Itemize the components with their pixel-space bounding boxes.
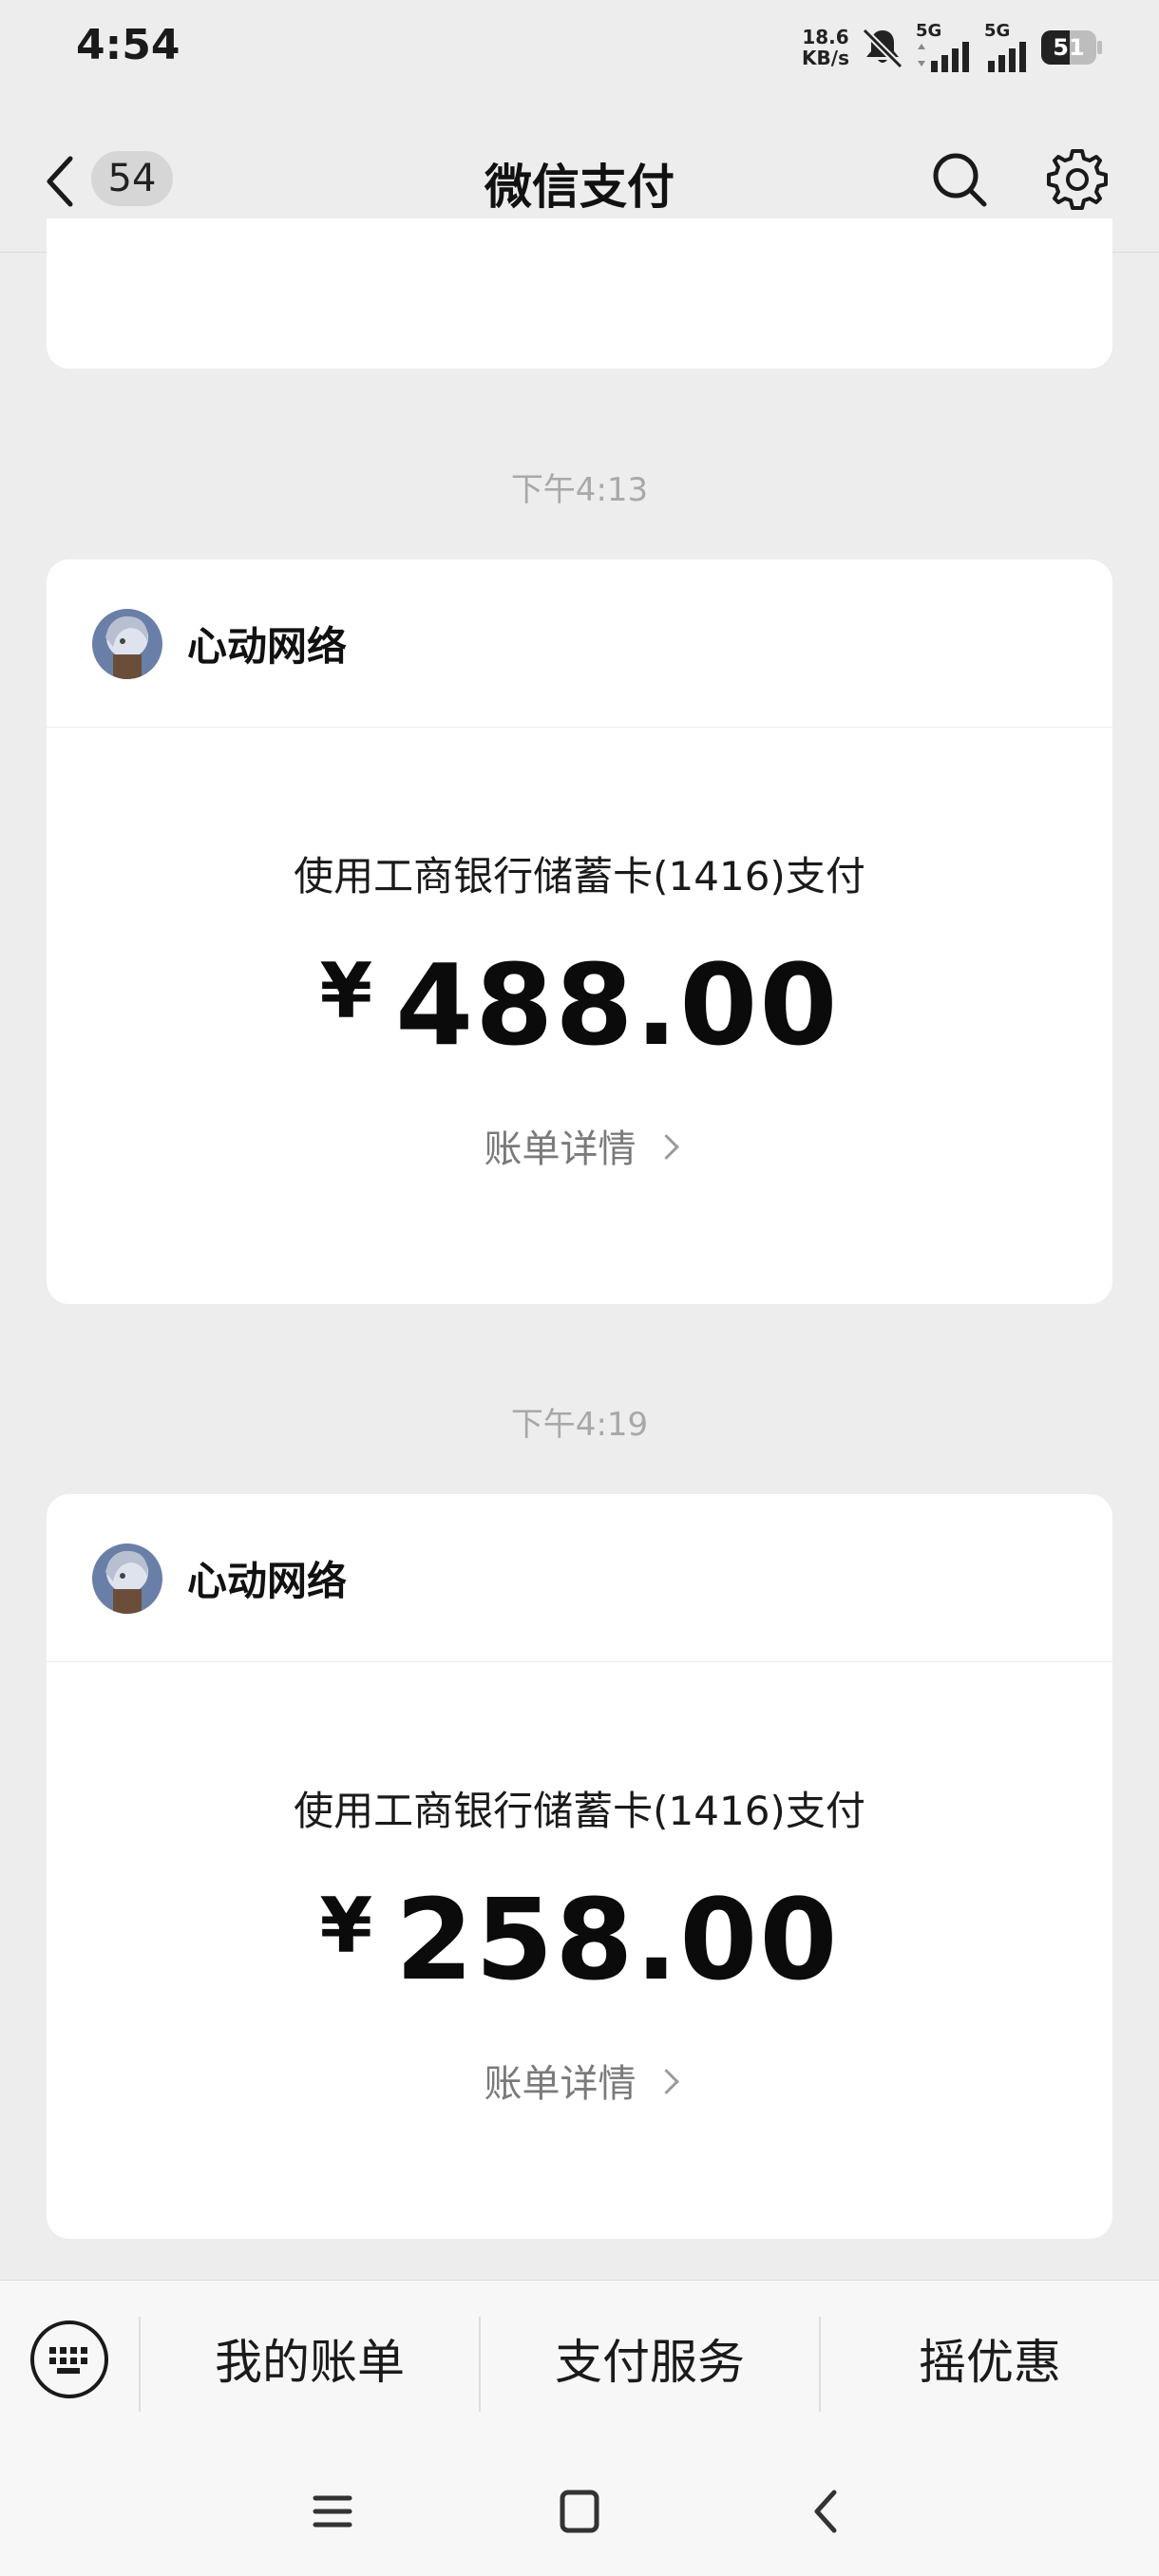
keyboard-icon[interactable]	[30, 2320, 108, 2398]
message-timestamp: 下午4:19	[510, 1406, 649, 1444]
signal-bars-icon	[988, 42, 1026, 72]
network-speed-value: 18.6	[802, 26, 849, 48]
payment-amount: ¥488.00	[47, 939, 1112, 1070]
home-icon[interactable]	[542, 2481, 618, 2542]
payment-card[interactable]: 心动网络 使用工商银行储蓄卡(1416)支付 ¥258.00 账单详情	[47, 1494, 1112, 2239]
signal-2: 5G	[984, 23, 1032, 72]
network-speed-unit: KB/s	[802, 47, 849, 69]
merchant-avatar[interactable]	[92, 1544, 162, 1614]
payment-method: 使用工商银行储蓄卡(1416)支付	[294, 853, 865, 900]
amount-value: 488.00	[395, 939, 840, 1070]
signal-1-label: 5G	[916, 21, 942, 41]
menu-my-bills[interactable]: 我的账单	[141, 2281, 479, 2444]
menu-shake-offers[interactable]: 摇优惠	[821, 2281, 1159, 2444]
bill-detail-label: 账单详情	[484, 2062, 636, 2106]
message-timestamp: 下午4:13	[510, 471, 649, 509]
unread-count-badge[interactable]: 54	[91, 151, 173, 206]
menu-payment-services[interactable]: 支付服务	[481, 2281, 819, 2444]
status-time: 4:54	[76, 21, 180, 69]
bill-detail-label: 账单详情	[484, 1127, 636, 1171]
signal-1: 5G	[916, 23, 975, 72]
signal-2-label: 5G	[984, 21, 1011, 41]
merchant-row[interactable]: 心动网络	[47, 1494, 1112, 1662]
merchant-name: 心动网络	[187, 1558, 348, 1604]
merchant-name: 心动网络	[187, 623, 348, 670]
bill-detail-link[interactable]: 账单详情	[47, 1118, 1112, 1173]
network-speed: 18.6 KB/s	[802, 27, 849, 68]
gear-icon[interactable]	[1045, 147, 1110, 212]
battery-level: 51	[1053, 34, 1085, 61]
chevron-right-icon	[653, 1134, 679, 1160]
chevron-right-icon	[653, 2069, 679, 2094]
bottom-menu-bar: 我的账单 支付服务 摇优惠	[0, 2280, 1159, 2444]
back-icon[interactable]	[788, 2481, 864, 2542]
system-navigation-bar	[0, 2443, 1159, 2576]
bill-detail-link[interactable]: 账单详情	[47, 2053, 1112, 2108]
status-bar: 4:54 18.6 KB/s 5G 5G 51	[0, 0, 1159, 100]
payment-method: 使用工商银行储蓄卡(1416)支付	[294, 1788, 865, 1834]
merchant-row[interactable]: 心动网络	[47, 559, 1112, 728]
currency-symbol: ¥	[319, 1882, 375, 1970]
amount-value: 258.00	[395, 1874, 840, 2005]
merchant-avatar[interactable]	[92, 609, 162, 679]
previous-message-card	[47, 218, 1112, 369]
bell-muted-icon	[862, 28, 903, 69]
battery-icon: 51	[1041, 30, 1102, 65]
back-arrow-icon[interactable]	[42, 153, 80, 210]
payment-card[interactable]: 心动网络 使用工商银行储蓄卡(1416)支付 ¥488.00 账单详情	[47, 559, 1112, 1304]
search-icon[interactable]	[929, 149, 990, 210]
currency-symbol: ¥	[319, 947, 375, 1035]
payment-amount: ¥258.00	[47, 1874, 1112, 2005]
menu-icon[interactable]	[294, 2481, 370, 2542]
status-icons: 18.6 KB/s 5G 5G 51	[802, 21, 1102, 74]
signal-bars-icon	[918, 42, 969, 72]
